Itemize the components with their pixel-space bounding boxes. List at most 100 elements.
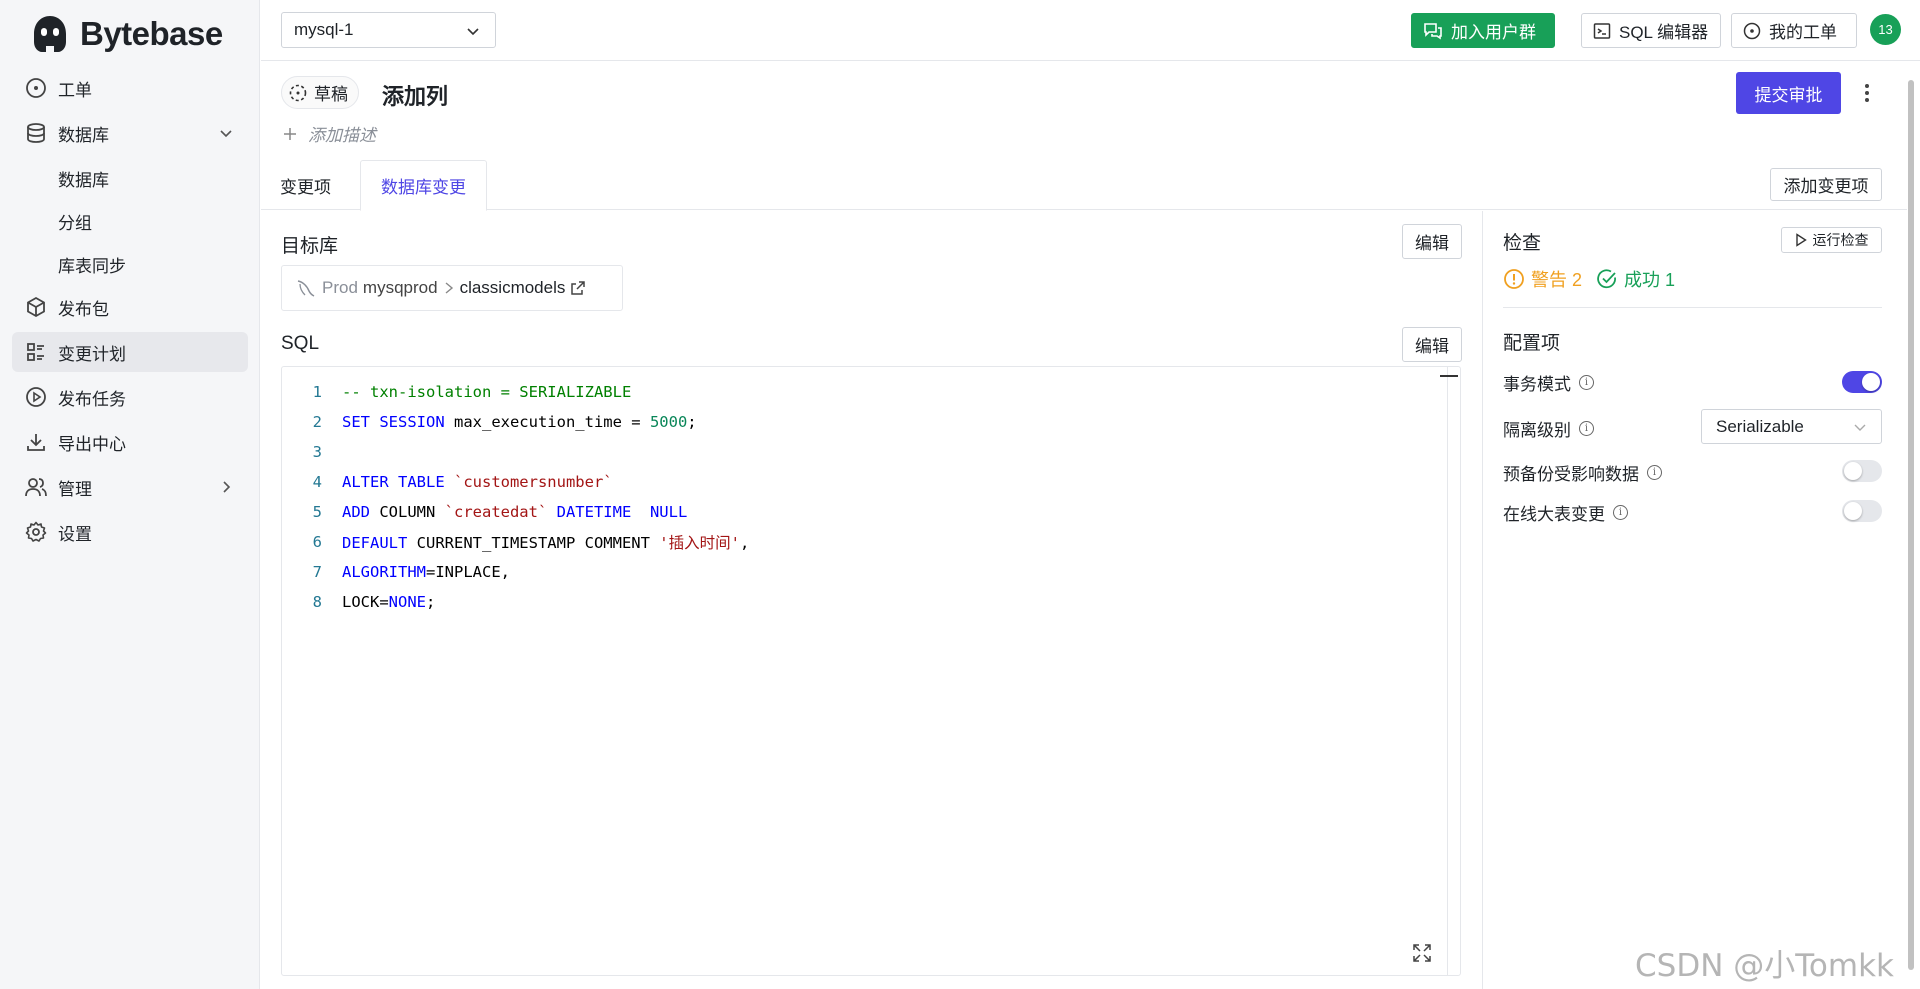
isolation-level-value: Serializable	[1716, 416, 1804, 436]
transaction-mode-row: 事务模式 i	[1503, 370, 1594, 395]
sidebar-subitem-groups[interactable]: 分组	[12, 201, 248, 241]
code-plain: ;	[687, 413, 697, 431]
check-status-row: 警告 2 成功 1	[1503, 266, 1675, 292]
code-keyword: DEFAULT	[342, 534, 408, 552]
success-status[interactable]: 成功 1	[1596, 266, 1675, 292]
sql-editor[interactable]: 1 -- txn-isolation = SERIALIZABLE 2 SET …	[281, 366, 1461, 976]
sidebar-item-admin[interactable]: 管理	[12, 467, 248, 507]
editor-scrollbar[interactable]	[1447, 367, 1448, 975]
add-description-button[interactable]: 添加描述	[282, 121, 376, 146]
add-description-label: 添加描述	[308, 126, 376, 145]
project-select[interactable]: mysql-1	[281, 12, 496, 48]
success-label: 成功 1	[1624, 270, 1676, 290]
avatar[interactable]: 13	[1870, 14, 1901, 45]
code-keyword: NONE	[388, 593, 426, 611]
transaction-mode-toggle[interactable]	[1842, 371, 1882, 393]
bytebase-logo-icon	[34, 16, 66, 52]
sidebar-item-releases[interactable]: 发布包	[12, 287, 248, 327]
watermark: CSDN @小Tomkk	[1635, 948, 1894, 984]
sidebar-subitem-databases[interactable]: 数据库	[12, 158, 248, 198]
code-string: `customersnumber`	[444, 473, 613, 491]
code-comment: -- txn-isolation = SERIALIZABLE	[342, 383, 632, 401]
info-icon[interactable]: i	[1647, 465, 1662, 480]
check-circle-icon	[1597, 269, 1616, 289]
edit-target-button[interactable]: 编辑	[1402, 224, 1462, 259]
code-plain: ;	[426, 593, 436, 611]
sidebar-item-label: 设置	[58, 524, 92, 544]
warning-status[interactable]: 警告 2	[1503, 266, 1582, 292]
sidebar-item-rollouts[interactable]: 发布任务	[12, 377, 248, 417]
code-line: 4 ALTER TABLE `customersnumber`	[282, 470, 613, 494]
plus-icon	[284, 127, 296, 140]
line-number: 6	[312, 533, 322, 551]
code-text: ADD COLUMN `createdat` DATETIME NULL	[342, 503, 687, 521]
download-icon	[24, 430, 48, 454]
package-icon	[24, 295, 48, 319]
code-text: SET SESSION max_execution_time = 5000;	[342, 413, 697, 431]
line-number: 7	[312, 563, 322, 581]
isolation-level-select[interactable]: Serializable	[1701, 409, 1882, 444]
sidebar-subitem-sync[interactable]: 库表同步	[12, 244, 248, 284]
code-text: -- txn-isolation = SERIALIZABLE	[342, 383, 631, 401]
list-layout-icon	[24, 340, 48, 364]
sidebar-item-label: 数据库	[58, 125, 109, 145]
sidebar-item-databases[interactable]: 数据库	[12, 113, 248, 153]
line-number: 4	[312, 473, 322, 491]
line-number: 2	[312, 413, 322, 431]
play-circle-icon	[24, 385, 48, 409]
warning-icon	[1504, 269, 1524, 289]
sidebar-item-label: 导出中心	[58, 434, 126, 454]
target-db-card[interactable]: Prod mysqprod classicmodels	[281, 265, 623, 311]
page-scrollbar[interactable]	[1906, 68, 1916, 984]
line-number: 1	[312, 383, 322, 401]
sidebar-nav: 工单 数据库 数据库 分组 库表同步 发布包 变更计划 发布任务 导出中心 管理…	[12, 68, 248, 557]
tab-database-change[interactable]: 数据库变更	[360, 160, 487, 211]
sidebar-item-plans[interactable]: 变更计划	[12, 332, 248, 372]
code-plain: LOCK=	[342, 593, 389, 611]
sidebar: Bytebase 工单 数据库 数据库 分组 库表同步 发布包 变更计划 发布任…	[0, 0, 260, 989]
code-text: ALTER TABLE `customersnumber`	[342, 473, 613, 491]
project-select-value: mysql-1	[294, 20, 354, 39]
code-plain: CURRENT_TIMESTAMP COMMENT	[407, 534, 660, 552]
isolation-level-row: 隔离级别 i	[1503, 416, 1594, 441]
more-options-icon[interactable]	[1858, 80, 1876, 106]
code-line: 8 LOCK=NONE;	[282, 590, 436, 614]
add-change-button[interactable]: 添加变更项	[1770, 168, 1882, 201]
external-link-icon[interactable]	[570, 280, 586, 296]
chevron-down-icon	[1854, 424, 1866, 431]
run-check-button[interactable]: 运行检查	[1781, 227, 1882, 253]
backup-data-toggle[interactable]	[1842, 460, 1882, 482]
sql-editor-button[interactable]: SQL 编辑器	[1581, 13, 1721, 48]
info-icon[interactable]: i	[1613, 505, 1628, 520]
sidebar-item-export-center[interactable]: 导出中心	[12, 422, 248, 462]
expand-icon[interactable]	[1412, 943, 1432, 963]
users-icon	[24, 475, 48, 499]
page-title[interactable]: 添加列	[382, 79, 448, 111]
join-group-button[interactable]: 加入用户群	[1411, 13, 1555, 48]
app-name: Bytebase	[80, 15, 223, 52]
page-scrollbar-thumb[interactable]	[1908, 80, 1914, 970]
database-icon	[24, 121, 48, 145]
code-number: 5000	[649, 413, 688, 431]
warning-label: 警告 2	[1531, 270, 1583, 290]
online-migration-toggle[interactable]	[1842, 500, 1882, 522]
chevron-right-icon	[445, 282, 453, 294]
sidebar-item-settings[interactable]: 设置	[12, 512, 248, 552]
sidebar-item-issues[interactable]: 工单	[12, 68, 248, 108]
circle-dot-icon	[24, 76, 48, 100]
info-icon[interactable]: i	[1579, 375, 1594, 390]
code-line: 6 DEFAULT CURRENT_TIMESTAMP COMMENT '插入时…	[282, 530, 750, 554]
code-line: 7 ALGORITHM=INPLACE,	[282, 560, 510, 584]
tab-bar: 变更项 数据库变更 添加变更项	[261, 160, 1907, 211]
target-database: classicmodels	[459, 278, 566, 297]
tab-changes[interactable]: 变更项	[261, 160, 350, 210]
my-issues-button[interactable]: 我的工单	[1731, 13, 1857, 48]
line-number: 8	[312, 593, 322, 611]
bytebase-logo[interactable]: Bytebase	[28, 12, 223, 56]
info-icon[interactable]: i	[1579, 421, 1594, 436]
submit-review-button[interactable]: 提交审批	[1736, 72, 1841, 114]
code-keyword: ALGORITHM	[342, 563, 426, 581]
chevron-right-icon	[223, 481, 231, 493]
status-label: 草稿	[314, 85, 348, 104]
edit-sql-button[interactable]: 编辑	[1402, 327, 1462, 362]
